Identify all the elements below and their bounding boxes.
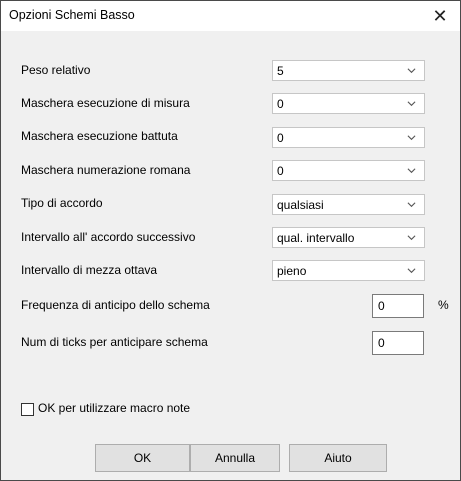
anticipation-frequency-input[interactable]: 0	[372, 294, 424, 318]
next-chord-interval-select[interactable]: qual. intervallo	[272, 227, 425, 248]
chevron-down-icon	[407, 101, 416, 107]
beat-play-mask-value: 0	[277, 131, 284, 145]
next-chord-interval-value: qual. intervallo	[277, 231, 355, 245]
beat-play-mask-label: Maschera esecuzione battuta	[21, 129, 178, 143]
roman-numeral-mask-select[interactable]: 0	[272, 160, 425, 181]
half-octave-interval-label: Intervallo di mezza ottava	[21, 263, 158, 277]
half-octave-interval-value: pieno	[277, 264, 307, 278]
chevron-down-icon	[407, 202, 416, 208]
next-chord-interval-label: Intervallo all' accordo successivo	[21, 230, 196, 244]
chevron-down-icon	[407, 68, 416, 74]
anticipation-ticks-input[interactable]: 0	[372, 331, 424, 355]
relative-weight-label: Peso relativo	[21, 63, 91, 77]
anticipation-frequency-value: 0	[378, 299, 385, 313]
anticipation-ticks-label: Num di ticks per anticipare schema	[21, 335, 208, 349]
bar-play-mask-value: 0	[277, 97, 284, 111]
help-button[interactable]: Aiuto	[289, 444, 387, 472]
dialog-title: Opzioni Schemi Basso	[9, 8, 135, 22]
relative-weight-select[interactable]: 5	[272, 60, 425, 81]
chord-type-value: qualsiasi	[277, 198, 324, 212]
macro-notes-label[interactable]: OK per utilizzare macro note	[38, 401, 190, 415]
chord-type-label: Tipo di accordo	[21, 196, 103, 210]
percent-unit: %	[438, 298, 449, 312]
bass-pattern-options-dialog: Opzioni Schemi Basso ✕ Peso relativo 5 M…	[0, 0, 461, 481]
title-bar: Opzioni Schemi Basso ✕	[1, 1, 460, 31]
ok-button[interactable]: OK	[95, 444, 190, 472]
chevron-down-icon	[407, 268, 416, 274]
chevron-down-icon	[407, 235, 416, 241]
cancel-button[interactable]: Annulla	[190, 444, 280, 472]
roman-numeral-mask-value: 0	[277, 164, 284, 178]
roman-numeral-mask-label: Maschera numerazione romana	[21, 163, 191, 177]
half-octave-interval-select[interactable]: pieno	[272, 260, 425, 281]
chord-type-select[interactable]: qualsiasi	[272, 194, 425, 215]
anticipation-ticks-value: 0	[378, 336, 385, 350]
relative-weight-value: 5	[277, 64, 284, 78]
chevron-down-icon	[407, 168, 416, 174]
chevron-down-icon	[407, 135, 416, 141]
close-icon[interactable]: ✕	[422, 1, 458, 31]
bar-play-mask-select[interactable]: 0	[272, 93, 425, 114]
bar-play-mask-label: Maschera esecuzione di misura	[21, 96, 190, 110]
beat-play-mask-select[interactable]: 0	[272, 127, 425, 148]
anticipation-frequency-label: Frequenza di anticipo dello schema	[21, 298, 210, 312]
macro-notes-checkbox[interactable]	[21, 403, 34, 416]
